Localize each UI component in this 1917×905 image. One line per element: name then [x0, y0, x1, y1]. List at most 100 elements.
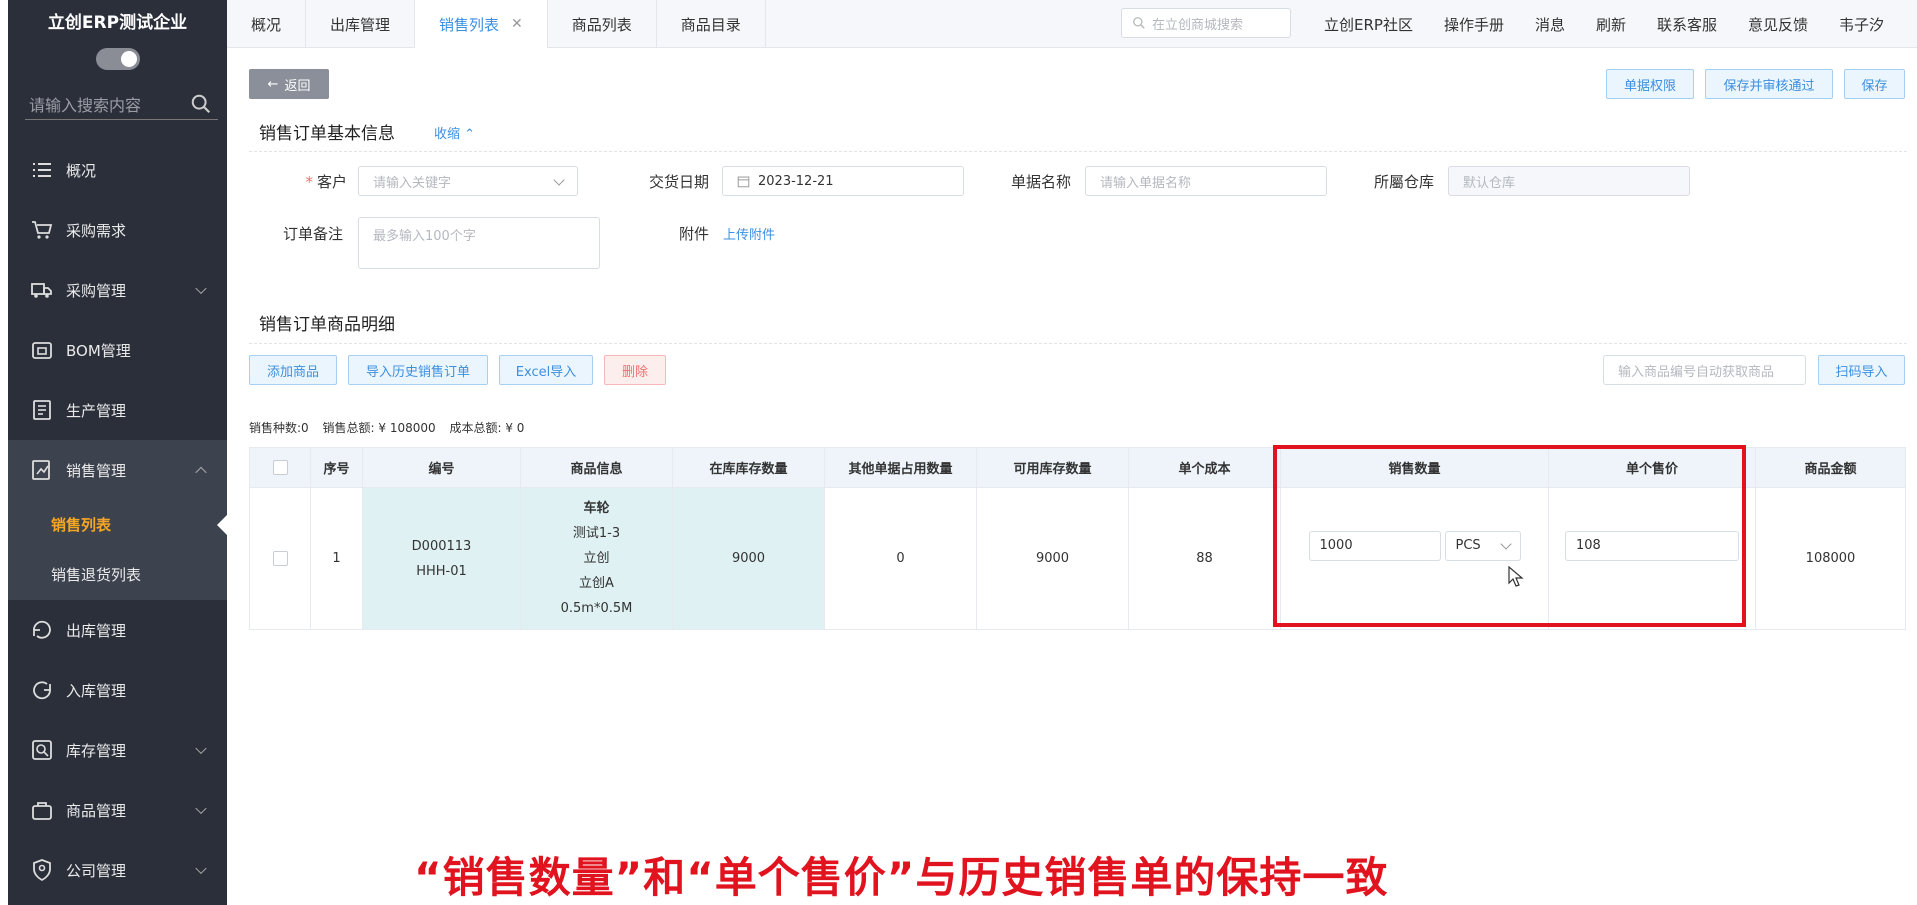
code-secondary: HHH-01	[416, 563, 467, 579]
search-icon[interactable]	[190, 93, 212, 115]
sidebar-item-label: 采购管理	[66, 281, 127, 300]
import-history-button[interactable]: 导入历史销售订单	[348, 355, 488, 385]
warehouse-field: 默认仓库	[1448, 166, 1690, 196]
search-icon	[1133, 17, 1145, 29]
sidebar-item-outbound[interactable]: 出库管理	[8, 600, 227, 660]
sidebar-item-label: 公司管理	[66, 861, 127, 880]
goods-code-placeholder: 输入商品编号自动获取商品	[1618, 364, 1775, 380]
detail-title: 销售订单商品明细	[259, 315, 395, 335]
theme-toggle[interactable]	[96, 48, 140, 70]
link-feedback[interactable]: 意见反馈	[1748, 14, 1808, 35]
company-name: 立创ERP测试企业	[47, 13, 188, 33]
sidebar-item-bom[interactable]: BOM管理	[8, 320, 227, 380]
sidebar-item-goods[interactable]: 商品管理	[8, 780, 227, 840]
chevron-down-icon	[553, 174, 565, 186]
select-all-cell[interactable]	[249, 447, 311, 488]
summary-kinds: 销售种数:0	[249, 421, 309, 435]
basic-info-title: 销售订单基本信息	[259, 124, 395, 144]
row-unit-cost: 88	[1128, 487, 1281, 630]
annotation-caption: “销售数量”和“单个售价”与历史销售单的保持一致	[414, 853, 1389, 902]
code-primary: D000113	[411, 538, 472, 554]
mall-search-input[interactable]: 在立创商城搜索	[1121, 8, 1291, 38]
tab-sales-list[interactable]: 销售列表 ✕	[415, 0, 548, 48]
col-available: 可用库存数量	[976, 447, 1129, 488]
remark-placeholder: 最多输入100个字	[373, 229, 476, 244]
remark-label: 订单备注	[282, 225, 343, 243]
sidebar-item-inbound[interactable]: 入库管理	[8, 660, 227, 720]
customer-placeholder: 请输入关键字	[373, 175, 452, 191]
tab-bar: 概况 出库管理 销售列表 ✕ 商品列表 商品目录	[227, 0, 766, 48]
form-icon	[33, 400, 51, 420]
sidebar-subitem-sales-list[interactable]: 销售列表	[8, 500, 227, 550]
select-all-checkbox[interactable]	[272, 460, 288, 475]
excel-import-button[interactable]: Excel导入	[499, 355, 593, 385]
sidebar-item-purchase[interactable]: 采购管理	[8, 260, 227, 320]
remark-textarea[interactable]: 最多输入100个字	[358, 217, 600, 269]
col-info: 商品信息	[520, 447, 673, 488]
col-code: 编号	[362, 447, 521, 488]
sidebar-item-overview[interactable]: 概况	[8, 140, 227, 200]
close-icon[interactable]: ✕	[511, 16, 523, 32]
link-manual[interactable]: 操作手册	[1444, 14, 1504, 35]
delivery-date-picker[interactable]: 2023-12-21	[722, 166, 964, 196]
permission-button[interactable]: 单据权限	[1606, 69, 1694, 99]
tab-goods-list[interactable]: 商品列表	[548, 0, 657, 48]
sidebar-search[interactable]: 请输入搜索内容	[25, 88, 218, 120]
row-info: 车轮 测试1-3 立创 立创A 0.5m*0.5M	[520, 487, 673, 630]
sidebar-search-placeholder: 请输入搜索内容	[29, 95, 142, 115]
goods-code-input[interactable]: 输入商品编号自动获取商品	[1603, 355, 1806, 385]
summary-total: 销售总额: ¥ 108000	[322, 421, 436, 435]
sidebar-item-label: 销售管理	[66, 461, 127, 480]
goods-name: 车轮	[583, 501, 610, 516]
collapse-label: 收缩	[434, 127, 461, 142]
row-checkbox[interactable]	[272, 551, 288, 566]
row-select-cell[interactable]	[249, 487, 311, 630]
sidebar-item-company[interactable]: 公司管理	[8, 840, 227, 900]
sidebar-menu: 概况 采购需求 采购管理 BOM管理 生产管理 销售管理 销售列表 销售退货列表	[8, 140, 227, 900]
stock-icon	[32, 740, 52, 760]
tab-outbound[interactable]: 出库管理	[306, 0, 416, 48]
sales-icon	[32, 460, 50, 480]
sidebar-item-label: 库存管理	[66, 741, 127, 760]
link-support[interactable]: 联系客服	[1657, 14, 1717, 35]
customer-select[interactable]: 请输入关键字	[358, 166, 578, 196]
order-summary: 销售种数:0 销售总额: ¥ 108000 成本总额: ¥ 0	[249, 419, 534, 436]
col-amount: 商品金额	[1755, 447, 1906, 488]
link-messages[interactable]: 消息	[1535, 14, 1565, 35]
link-community[interactable]: 立创ERP社区	[1324, 14, 1413, 35]
goods-spec: 0.5m*0.5M	[560, 601, 633, 616]
tab-goods-catalog[interactable]: 商品目录	[657, 0, 766, 48]
save-approve-button[interactable]: 保存并审核通过	[1705, 69, 1833, 99]
summary-cost: 成本总额: ¥ 0	[449, 421, 525, 435]
back-label: 返回	[284, 78, 311, 94]
tab-overview[interactable]: 概况	[227, 0, 307, 48]
sidebar-item-purchase-demand[interactable]: 采购需求	[8, 200, 227, 260]
doc-name-field[interactable]: 请输入单据名称	[1085, 166, 1327, 196]
add-goods-button[interactable]: 添加商品	[249, 355, 337, 385]
save-button[interactable]: 保存	[1844, 69, 1905, 99]
col-stock: 在库库存数量	[672, 447, 825, 488]
warehouse-placeholder: 默认仓库	[1463, 175, 1516, 191]
divider	[249, 151, 1907, 152]
goods-supplier: 立创A	[579, 576, 614, 591]
delete-button[interactable]: 删除	[604, 355, 666, 385]
list-icon	[33, 163, 51, 177]
truck-icon	[31, 283, 52, 298]
scan-import-button[interactable]: 扫码导入	[1818, 355, 1905, 385]
sidebar-item-label: 出库管理	[66, 621, 127, 640]
link-refresh[interactable]: 刷新	[1596, 14, 1626, 35]
sidebar-item-production[interactable]: 生产管理	[8, 380, 227, 440]
col-occupied: 其他单据占用数量	[824, 447, 977, 488]
row-code: D000113 HHH-01	[362, 487, 521, 630]
doc-name-label: 单据名称	[1010, 173, 1071, 191]
back-button[interactable]: ← 返回	[249, 69, 329, 99]
top-bar: 概况 出库管理 销售列表 ✕ 商品列表 商品目录 在立创商城搜索 立创ERP社区…	[227, 0, 1917, 48]
sidebar-subitem-sales-return[interactable]: 销售退货列表	[8, 550, 227, 600]
sidebar-item-label: 商品管理	[66, 801, 127, 820]
row-available: 9000	[976, 487, 1129, 630]
collapse-link[interactable]: 收缩 ⌃	[434, 123, 475, 142]
sidebar-item-sales[interactable]: 销售管理	[8, 440, 227, 500]
upload-attachment-link[interactable]: 上传附件	[723, 224, 775, 243]
sidebar-item-stock[interactable]: 库存管理	[8, 720, 227, 780]
user-name[interactable]: 韦子汐	[1839, 14, 1884, 35]
